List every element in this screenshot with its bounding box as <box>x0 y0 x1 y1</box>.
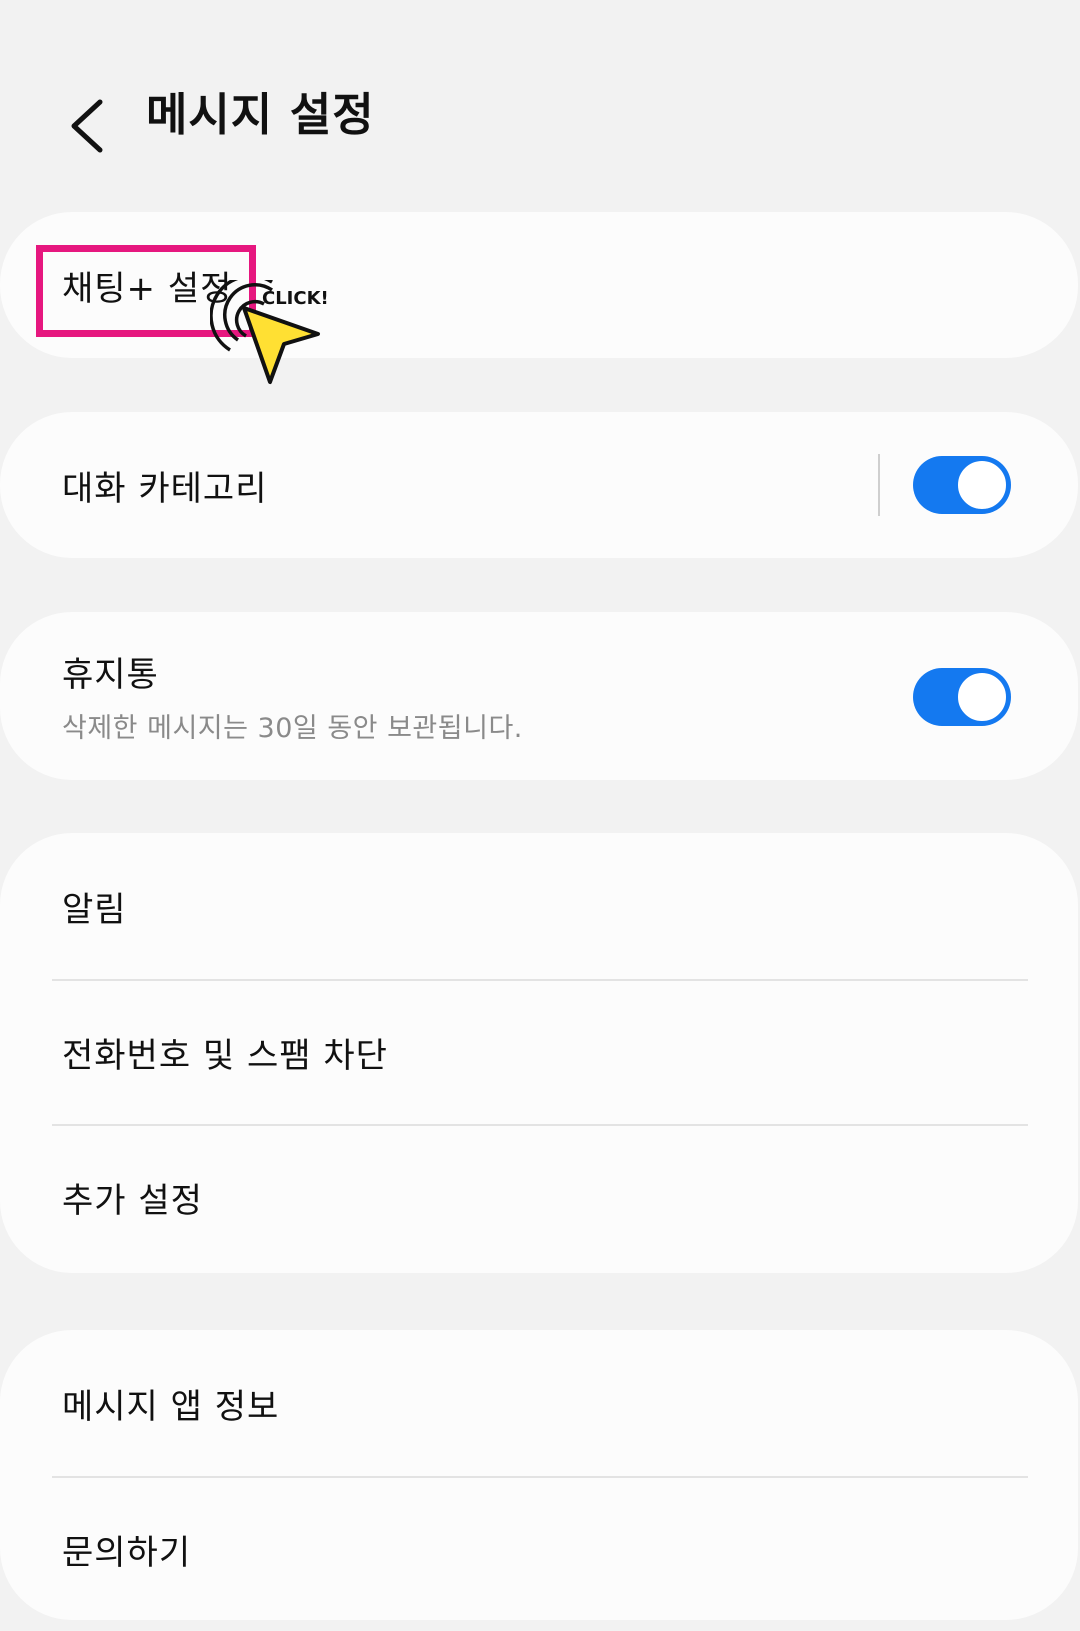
conversation-category-card: 대화 카테고리 <box>0 412 1078 558</box>
toggle-knob <box>955 670 1009 724</box>
chat-plus-settings-item[interactable]: 채팅+ 설정 <box>0 212 1078 358</box>
about-messages-label: 메시지 앱 정보 <box>62 1386 280 1427</box>
vertical-divider <box>878 454 880 516</box>
more-settings-item[interactable]: 추가 설정 <box>0 1126 1078 1269</box>
conversation-category-label: 대화 카테고리 <box>62 468 268 509</box>
more-settings-label: 추가 설정 <box>62 1181 203 1221</box>
trash-item[interactable]: 휴지통 삭제한 메시지는 30일 동안 보관됩니다. <box>0 612 1078 780</box>
trash-label: 휴지통 <box>62 655 159 695</box>
trash-card: 휴지통 삭제한 메시지는 30일 동안 보관됩니다. <box>0 612 1078 780</box>
general-settings-card: 알림 전화번호 및 스팸 차단 추가 설정 <box>0 833 1078 1273</box>
about-card: 메시지 앱 정보 문의하기 <box>0 1330 1078 1620</box>
block-numbers-spam-label: 전화번호 및 스팸 차단 <box>62 1036 388 1076</box>
notifications-item[interactable]: 알림 <box>0 833 1078 979</box>
page-title: 메시지 설정 <box>146 88 375 141</box>
chat-plus-label: 채팅+ 설정 <box>62 268 233 309</box>
chat-plus-card: 채팅+ 설정 <box>0 212 1078 358</box>
contact-us-label: 문의하기 <box>62 1532 192 1573</box>
trash-description: 삭제한 메시지는 30일 동안 보관됩니다. <box>62 713 523 744</box>
toggle-knob <box>955 458 1009 512</box>
back-button[interactable] <box>56 88 116 164</box>
block-numbers-spam-item[interactable]: 전화번호 및 스팸 차단 <box>0 981 1078 1124</box>
header: 메시지 설정 <box>0 0 1080 200</box>
chevron-left-icon <box>71 99 103 153</box>
contact-us-item[interactable]: 문의하기 <box>0 1478 1078 1620</box>
conversation-category-item[interactable]: 대화 카테고리 <box>0 412 1078 558</box>
about-messages-item[interactable]: 메시지 앱 정보 <box>0 1330 1078 1476</box>
settings-screen: 메시지 설정 채팅+ 설정 대화 카테고리 휴지통 삭제한 메시지는 30일 동… <box>0 0 1080 1631</box>
trash-text-group: 휴지통 삭제한 메시지는 30일 동안 보관됩니다. <box>62 647 523 745</box>
conversation-category-toggle[interactable] <box>913 456 1011 514</box>
trash-toggle[interactable] <box>913 668 1011 726</box>
notifications-label: 알림 <box>62 889 127 930</box>
